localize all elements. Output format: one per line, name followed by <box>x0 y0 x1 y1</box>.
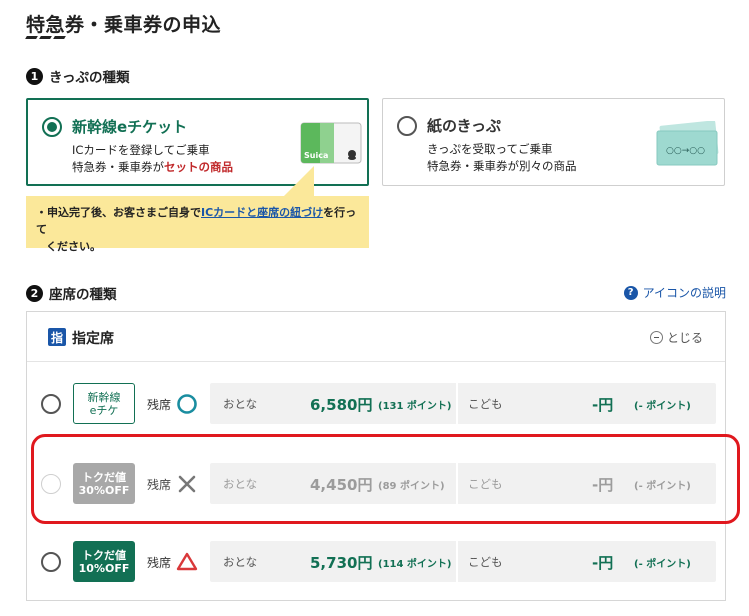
option-paper-title: 紙のきっぷ <box>427 117 501 135</box>
option-paper-desc-line1: きっぷを受取ってご乗車 <box>427 142 553 156</box>
badge-line1: 新幹線 <box>87 390 121 404</box>
price-divider <box>456 383 458 424</box>
help-link-text: アイコンの説明 <box>642 286 726 300</box>
radio-eticket[interactable] <box>42 117 62 137</box>
seat-type-label: 座席の種類 <box>49 287 117 303</box>
badge-line2: eチケ <box>89 403 119 417</box>
seat-option-row[interactable]: トクだ値 10%OFF 残席 おとな 5,730円 (114 ポイント) こども… <box>27 541 725 585</box>
child-price: -円 <box>592 396 614 414</box>
seat-panel-title: 指定席 <box>72 331 114 347</box>
child-points: (- ポイント) <box>634 401 691 412</box>
step-number-1: 1 <box>26 67 43 85</box>
suica-text: Suica <box>304 151 328 160</box>
eticket-badge: 新幹線 eチケ <box>73 383 135 424</box>
paper-ticket-icon: ○○→○○ <box>656 121 719 166</box>
adult-label: おとな <box>223 555 258 569</box>
option-paper-desc-line2: 特急券・乗車券が別々の商品 <box>427 159 577 173</box>
option-paper-ticket[interactable]: 紙のきっぷ きっぷを受取ってご乗車 特急券・乗車券が別々の商品 ○○→○○ <box>382 98 725 186</box>
ic-link[interactable]: ICカードと座席の紐づけ <box>201 206 323 219</box>
desc-text: 特急券・乗車券が <box>72 160 164 174</box>
icon-help-link[interactable]: ? アイコンの説明 <box>623 284 726 301</box>
adult-points: (131 ポイント) <box>378 401 452 412</box>
radio-paper-ticket[interactable] <box>397 116 417 136</box>
page-title: 特急券・乗車券の申込 <box>26 14 222 36</box>
ic-card-icon: Suica <box>300 122 362 164</box>
note-line1: ・申込完了後、お客さまご自身でICカードと座席の紐づけを行って <box>36 204 359 238</box>
ticket-type-label: きっぷの種類 <box>49 70 130 86</box>
note-prefix: ・申込完了後、お客さまご自身で <box>36 206 201 219</box>
price-box: おとな 6,580円 (131 ポイント) こども -円 (- ポイント) <box>210 383 716 424</box>
availability-label: 残席 <box>147 398 172 412</box>
option-paper-desc: きっぷを受取ってご乗車 特急券・乗車券が別々の商品 <box>427 141 577 175</box>
close-button[interactable]: とじる <box>649 329 703 346</box>
seat-panel-header: 指 指定席 とじる <box>27 312 725 362</box>
radio-seat-toku10[interactable] <box>41 552 61 572</box>
child-label: こども <box>468 555 503 569</box>
step-number-2: 2 <box>26 284 43 302</box>
price-box: おとな 5,730円 (114 ポイント) こども -円 (- ポイント) <box>210 541 716 582</box>
child-price: -円 <box>592 554 614 572</box>
toku10-badge: トクだ値 10%OFF <box>73 541 135 582</box>
adult-points: (114 ポイント) <box>378 559 452 570</box>
badge-line1: トクだ値 <box>82 548 126 562</box>
seat-type-heading: 2 座席の種類 <box>26 283 117 303</box>
eticket-note: ・申込完了後、お客さまご自身でICカードと座席の紐づけを行って ください。 <box>26 196 369 253</box>
set-product-highlight: セットの商品 <box>164 160 233 174</box>
question-icon: ? <box>623 285 638 300</box>
seat-option-row[interactable]: 新幹線 eチケ 残席 おとな 6,580円 (131 ポイント) こども -円 … <box>27 383 725 427</box>
child-points: (- ポイント) <box>634 559 691 570</box>
title-underline <box>25 36 66 39</box>
option-eticket[interactable]: 新幹線eチケット ICカードを登録してご乗車 特急券・乗車券がセットの商品 Su… <box>26 98 369 186</box>
minus-circle-icon <box>649 331 663 344</box>
adult-price: 5,730円 <box>310 554 373 572</box>
close-label: とじる <box>666 331 703 345</box>
price-divider <box>456 541 458 582</box>
radio-seat-eticket[interactable] <box>41 394 61 414</box>
option-eticket-desc-line2: 特急券・乗車券がセットの商品 <box>72 159 233 176</box>
option-eticket-desc: ICカードを登録してご乗車 特急券・乗車券がセットの商品 <box>72 142 233 176</box>
adult-price: 6,580円 <box>310 396 373 414</box>
adult-label: おとな <box>223 397 258 411</box>
note-pointer <box>282 166 314 198</box>
reserved-seat-icon: 指 <box>48 328 66 346</box>
child-label: こども <box>468 397 503 411</box>
note-line2: ください。 <box>46 240 101 253</box>
ticket-type-heading: 1 きっぷの種類 <box>26 66 129 86</box>
option-eticket-desc-line1: ICカードを登録してご乗車 <box>72 143 210 157</box>
availability-triangle-icon <box>176 552 198 571</box>
option-eticket-title: 新幹線eチケット <box>72 118 188 136</box>
ticket-text: ○○→○○ <box>666 146 705 156</box>
availability-circle-icon <box>177 394 197 414</box>
availability-label: 残席 <box>147 556 172 570</box>
badge-line2: 10%OFF <box>78 561 130 575</box>
highlight-annotation <box>31 434 740 524</box>
